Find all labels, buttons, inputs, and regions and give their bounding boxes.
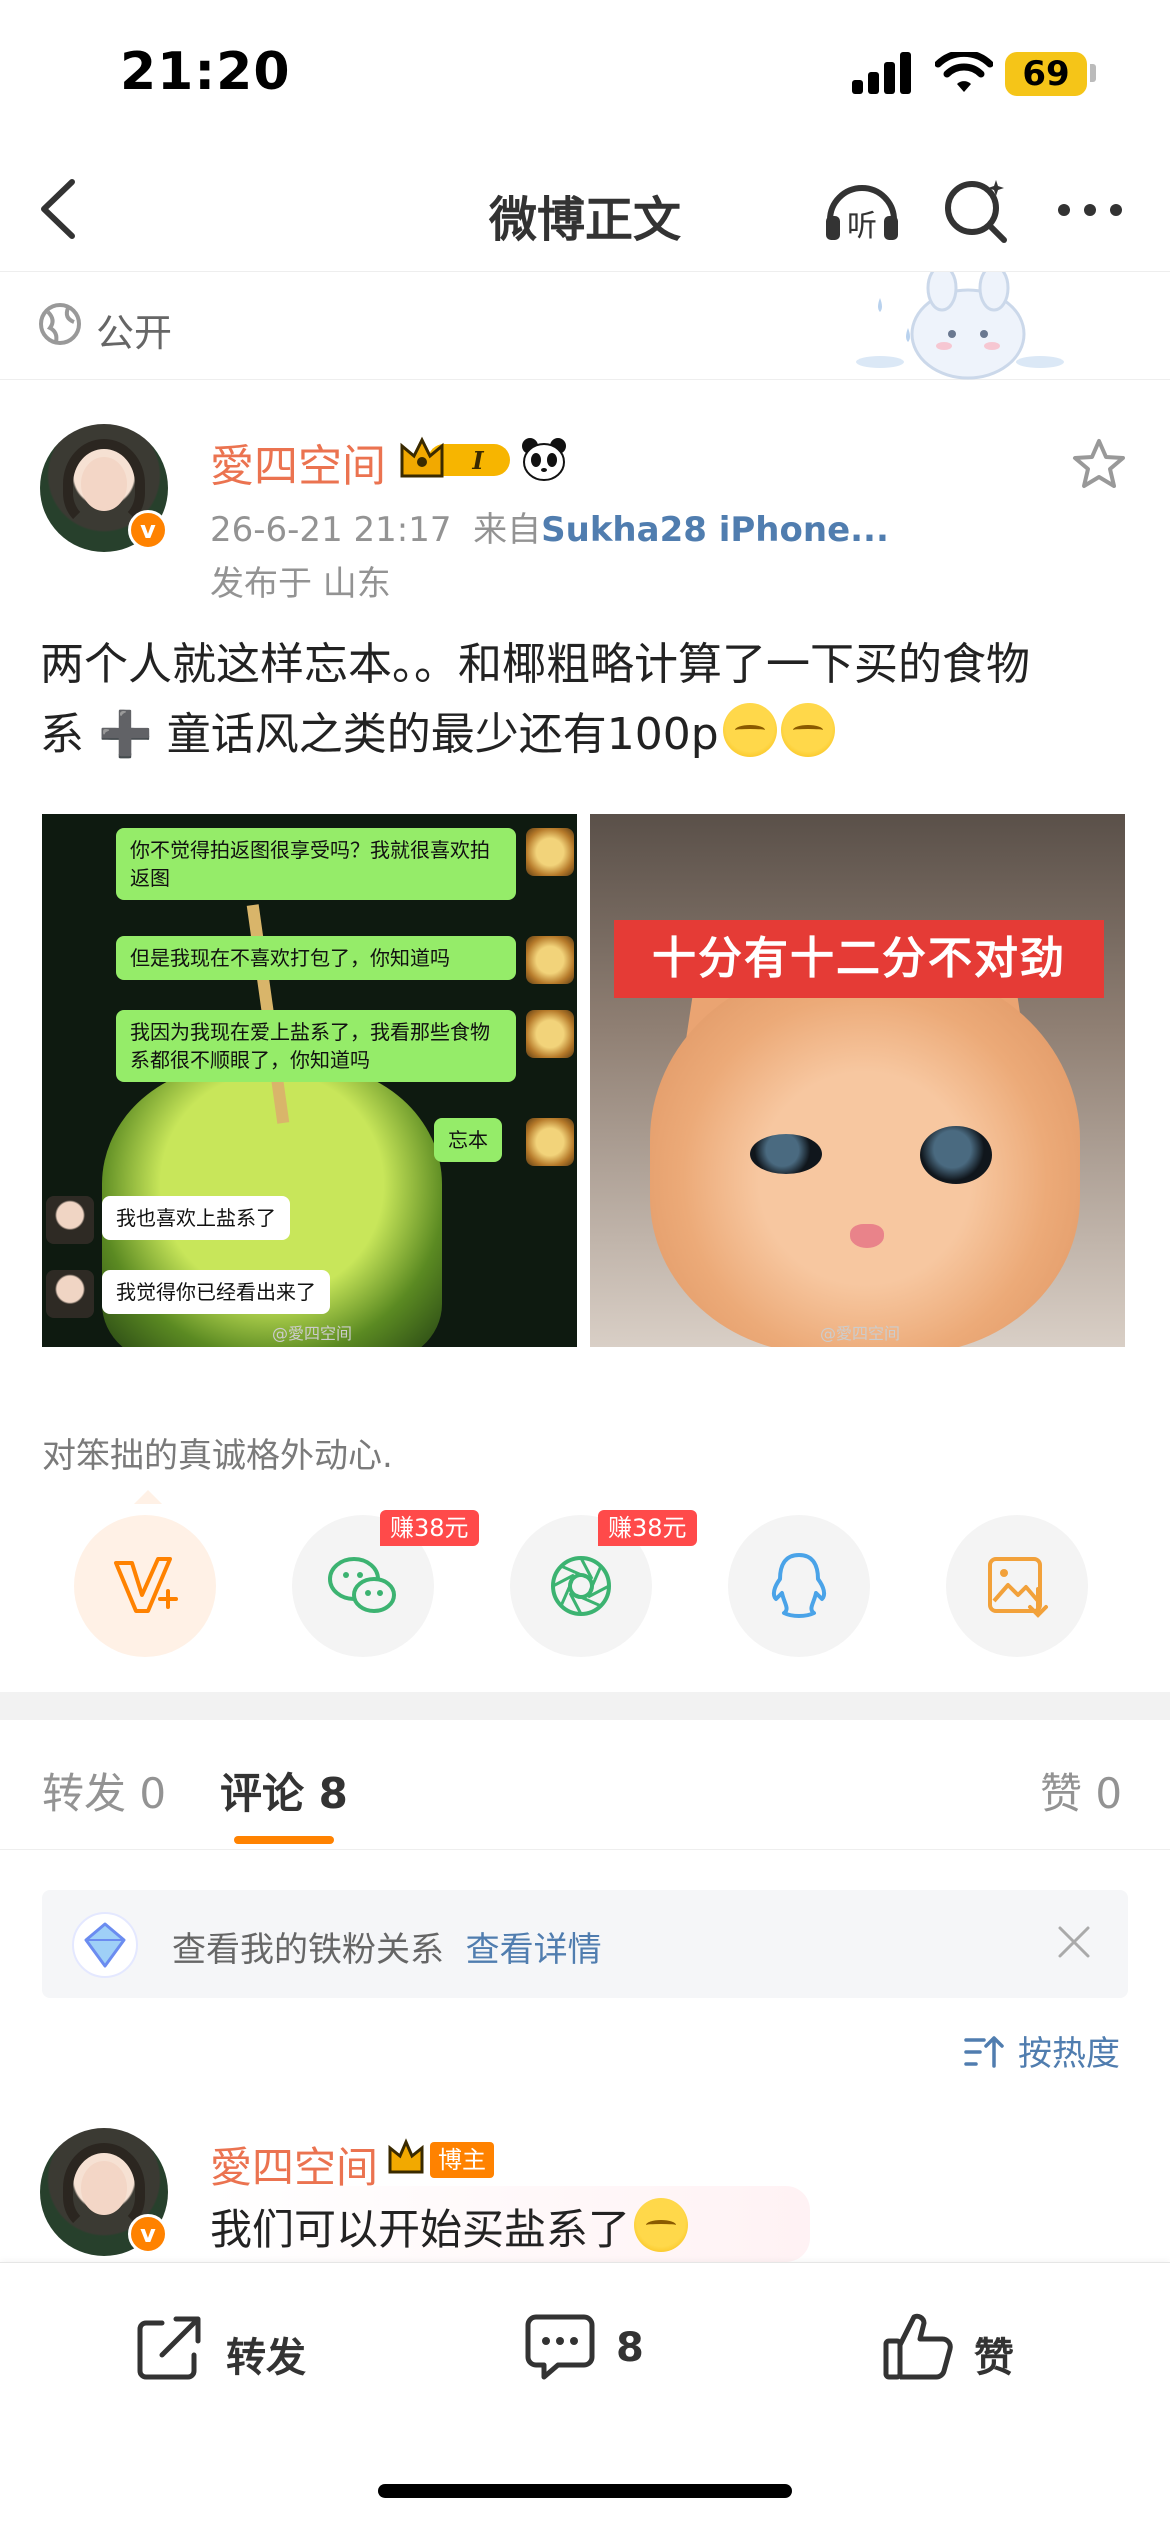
close-icon[interactable] <box>1052 1920 1096 1964</box>
search-icon[interactable] <box>940 174 1012 246</box>
save-image-icon <box>988 1557 1048 1618</box>
save-image-button[interactable] <box>946 1515 1088 1657</box>
status-bar: 21:20 69 <box>0 0 1170 150</box>
post-timestamp: 26-6-21 21:17 <box>210 510 452 550</box>
post-text-line-2: 系 ➕ 童话风之类的最少还有100p <box>40 709 719 760</box>
host-badge: 博主 <box>430 2142 494 2178</box>
sort-icon <box>964 2036 1004 2068</box>
chat-avatar-right <box>526 1010 574 1058</box>
chat-avatar-left <box>46 1196 94 1244</box>
earn-tag: 赚38元 <box>598 1510 697 1546</box>
share-qq-button[interactable] <box>728 1515 870 1657</box>
share-pointer <box>134 1490 162 1504</box>
comment-count: 8 <box>616 2325 644 2371</box>
decorative-bunny-illustration <box>856 272 1064 380</box>
thumbs-up-icon <box>883 2313 953 2380</box>
share-weibo-button[interactable] <box>74 1515 216 1657</box>
image-watermark: @愛四空间 <box>820 1324 901 1343</box>
more-icon[interactable] <box>1052 174 1128 246</box>
repost-icon <box>137 2316 201 2380</box>
thinking-emoji-icon <box>722 703 777 757</box>
repost-button[interactable]: 转发 <box>132 2303 332 2393</box>
crown-level-badge-icon: I <box>400 436 510 478</box>
tab-repost[interactable]: 转发 0 <box>42 1760 166 1821</box>
chat-avatar-left <box>46 1270 94 1318</box>
qq-icon <box>771 1553 827 1618</box>
kitten-nose <box>850 1224 884 1248</box>
status-time: 21:20 <box>120 42 291 102</box>
crown-icon <box>388 2138 424 2174</box>
post-meta: 26-6-21 21:17 来自Sukha28 iPhone... <box>210 502 889 551</box>
moments-icon <box>551 1556 611 1616</box>
battery-indicator: 69 <box>1005 52 1087 96</box>
panda-icon <box>522 438 566 481</box>
fan-relation-link[interactable]: 查看详情 <box>466 1930 602 1970</box>
fan-relation-text: 查看我的铁粉关系 查看详情 <box>172 1922 602 1971</box>
cellular-signal-icon <box>852 52 912 94</box>
post-location: 发布于 山东 <box>210 564 391 604</box>
author-name[interactable]: 愛四空间 <box>210 430 386 494</box>
comment-text-wrapper: 我们可以开始买盐系了 <box>210 2196 689 2257</box>
weibo-v-plus-icon <box>114 1557 178 1613</box>
thinking-emoji-icon <box>780 703 835 757</box>
image-watermark: @愛四空间 <box>272 1324 353 1343</box>
tab-like[interactable]: 赞 0 <box>1040 1760 1122 1821</box>
chat-bubble: 但是我现在不喜欢打包了，你知道吗 <box>116 936 516 980</box>
comment-text: 我们可以开始买盐系了 <box>210 2205 631 2254</box>
repost-label: 转发 <box>226 2335 306 2381</box>
post-body: 两个人就这样忘本。。和椰粗略计算了一下买的食物 系 ➕ 童话风之类的最少还有10… <box>40 630 1140 770</box>
earn-tag: 赚38元 <box>380 1510 479 1546</box>
like-label: 赞 <box>974 2335 1014 2381</box>
post-source[interactable]: Sukha28 iPhone... <box>541 510 889 550</box>
post-caption: 对笨拙的真诚格外动心. <box>42 1436 393 1476</box>
section-divider <box>0 1692 1170 1720</box>
verified-badge-icon: v <box>128 510 168 550</box>
comment-icon <box>525 2314 595 2380</box>
svg-text:听: 听 <box>847 209 877 244</box>
chat-avatar-right <box>526 936 574 984</box>
like-button[interactable]: 赞 <box>880 2303 1040 2393</box>
post-text-line-2-wrapper: 系 ➕ 童话风之类的最少还有100p <box>40 700 1140 770</box>
post-image-chat[interactable]: 你不觉得拍返图很享受吗？我就很喜欢拍返图 但是我现在不喜欢打包了，你知道吗 我因… <box>42 814 577 1347</box>
source-prefix: 来自 <box>473 510 542 550</box>
active-tab-indicator <box>234 1836 334 1844</box>
chat-bubble: 我也喜欢上盐系了 <box>102 1196 290 1240</box>
kitten-eye <box>750 1134 822 1174</box>
chat-bubble: 我因为我现在爱上盐系了，我看那些食物系都很不顺眼了，你知道吗 <box>116 1010 516 1082</box>
fan-diamond-icon <box>72 1912 138 1978</box>
battery-tip <box>1090 64 1096 82</box>
visibility-row: 公开 <box>0 272 1170 380</box>
chat-bubble: 你不觉得拍返图很享受吗？我就很喜欢拍返图 <box>116 828 516 900</box>
kitten-illustration <box>650 964 1080 1347</box>
visibility-label: 公开 <box>96 311 173 355</box>
wechat-icon <box>328 1557 396 1613</box>
chat-avatar-right <box>526 828 574 876</box>
post-image-kitten[interactable]: 十分有十二分不对劲 @愛四空间 <box>590 814 1125 1347</box>
fan-relation-banner[interactable]: 查看我的铁粉关系 查看详情 <box>42 1890 1128 1998</box>
favorite-star-icon[interactable] <box>1070 436 1128 494</box>
chat-bubble: 忘本 <box>434 1118 502 1162</box>
nav-bar: 微博正文 听 <box>0 150 1170 272</box>
wifi-icon <box>935 52 993 92</box>
tab-comment[interactable]: 评论 8 <box>220 1760 348 1821</box>
globe-icon <box>39 303 81 345</box>
post-text-line-1: 两个人就这样忘本。。和椰粗略计算了一下买的食物 <box>40 639 1030 690</box>
listen-icon[interactable]: 听 <box>820 174 904 248</box>
chat-avatar-right <box>526 1118 574 1166</box>
image-banner-text: 十分有十二分不对劲 <box>614 920 1104 998</box>
interaction-tabs: 转发 0 评论 8 赞 0 <box>0 1720 1170 1850</box>
home-indicator <box>378 2484 792 2498</box>
kitten-eye <box>920 1126 992 1184</box>
comment-button[interactable]: 8 <box>522 2303 682 2393</box>
sort-toggle[interactable]: 按热度 <box>964 2026 1134 2076</box>
kiss-emoji-icon <box>634 2198 689 2252</box>
chat-bubble: 我觉得你已经看出来了 <box>102 1270 330 1314</box>
verified-badge-icon: v <box>128 2214 168 2254</box>
sort-label: 按热度 <box>1018 2034 1120 2074</box>
fan-relation-label: 查看我的铁粉关系 <box>172 1930 444 1970</box>
level-text: I <box>471 446 484 475</box>
